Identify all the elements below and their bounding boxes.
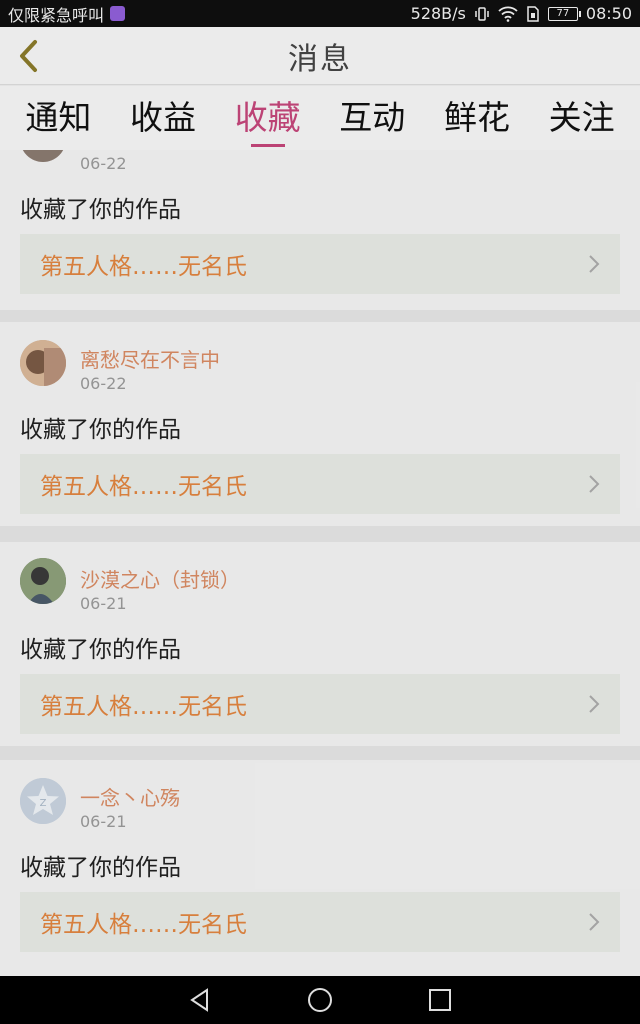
list-item: 沙漠之心（封锁） 06-21 收藏了你的作品 第五人格……无名氏 — [0, 542, 640, 746]
message-feed[interactable]: 06-22 收藏了你的作品 第五人格……无名氏 离愁尽在不言中 06-22 收藏… — [0, 150, 640, 976]
recents-nav-button[interactable] — [425, 985, 455, 1015]
chevron-right-icon — [589, 255, 600, 273]
list-item: Z 一念丶心殇 06-21 收藏了你的作品 第五人格……无名氏 — [0, 760, 640, 976]
avatar[interactable]: Z — [20, 778, 66, 824]
system-nav-bar — [0, 976, 640, 1024]
clock: 08:50 — [585, 4, 632, 23]
message-date: 06-21 — [80, 812, 127, 831]
work-title: 第五人格……无名氏 — [40, 254, 247, 280]
work-link[interactable]: 第五人格……无名氏 — [20, 674, 620, 734]
tab-bar: 通知 收益 收藏 互动 鲜花 关注 — [0, 86, 640, 150]
work-title: 第五人格……无名氏 — [40, 912, 247, 938]
list-item: 离愁尽在不言中 06-22 收藏了你的作品 第五人格……无名氏 — [0, 322, 640, 526]
tab-interactions[interactable]: 互动 — [333, 86, 411, 150]
back-button[interactable] — [8, 35, 48, 77]
carrier-text: 仅限紧急呼叫 — [8, 5, 105, 25]
chevron-right-icon — [589, 913, 600, 931]
work-link[interactable]: 第五人格……无名氏 — [20, 892, 620, 952]
back-nav-button[interactable] — [185, 985, 215, 1015]
list-item: 06-22 收藏了你的作品 第五人格……无名氏 — [0, 150, 640, 310]
wifi-icon — [498, 6, 518, 22]
tab-favorites[interactable]: 收藏 — [229, 86, 307, 150]
status-bar: 仅限紧急呼叫 528B/s 77 08:50 — [0, 0, 640, 27]
user-name[interactable]: 沙漠之心（封锁） — [80, 564, 240, 593]
chevron-left-icon — [20, 40, 37, 72]
triangle-back-icon — [190, 988, 208, 1012]
chevron-right-icon — [589, 475, 600, 493]
avatar[interactable] — [20, 150, 66, 162]
svg-text:Z: Z — [40, 798, 47, 809]
tab-following[interactable]: 关注 — [543, 86, 621, 150]
user-name[interactable]: 一念丶心殇 — [80, 782, 180, 811]
message-date: 06-22 — [80, 374, 127, 393]
message-date: 06-22 — [80, 154, 127, 173]
network-speed: 528B/s — [410, 4, 466, 23]
action-text: 收藏了你的作品 — [20, 855, 181, 881]
work-title: 第五人格……无名氏 — [40, 474, 247, 500]
tab-flowers[interactable]: 鲜花 — [438, 86, 516, 150]
vibrate-icon — [474, 6, 490, 22]
page-title: 消息 — [288, 41, 352, 77]
message-date: 06-21 — [80, 594, 127, 613]
avatar[interactable] — [20, 340, 66, 386]
work-link[interactable]: 第五人格……无名氏 — [20, 454, 620, 514]
work-link[interactable]: 第五人格……无名氏 — [20, 234, 620, 294]
battery-icon: 77 — [547, 6, 581, 21]
avatar[interactable] — [20, 558, 66, 604]
user-name[interactable]: 离愁尽在不言中 — [80, 344, 220, 373]
work-title: 第五人格……无名氏 — [40, 694, 247, 720]
square-recents-icon — [429, 989, 451, 1011]
tab-earnings[interactable]: 收益 — [124, 86, 202, 150]
circle-home-icon — [308, 988, 332, 1012]
action-text: 收藏了你的作品 — [20, 637, 181, 663]
home-nav-button[interactable] — [305, 985, 335, 1015]
action-text: 收藏了你的作品 — [20, 197, 181, 223]
tab-notifications[interactable]: 通知 — [19, 86, 97, 150]
chevron-right-icon — [589, 695, 600, 713]
calendar-icon — [110, 6, 126, 21]
sim-icon — [526, 5, 540, 22]
action-text: 收藏了你的作品 — [20, 417, 181, 443]
app-header: 消息 — [0, 27, 640, 85]
